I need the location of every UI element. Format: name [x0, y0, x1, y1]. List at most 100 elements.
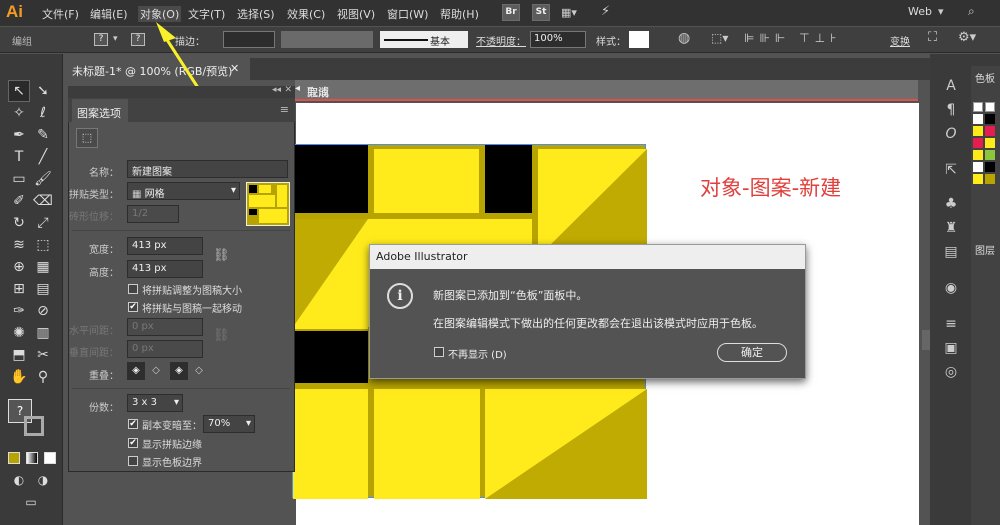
close-icon[interactable]: ✕	[284, 85, 292, 95]
align-to-icon[interactable]: ⬚▾	[711, 31, 728, 45]
pattern-tile-tool-icon[interactable]: ⬚	[76, 128, 98, 148]
character-icon[interactable]: A	[941, 76, 961, 96]
paintbrush-icon[interactable]: 🖌	[33, 169, 53, 189]
overlap-top-icon[interactable]: ◈	[170, 362, 188, 380]
gradient-mode-button[interactable]	[26, 452, 38, 464]
paragraph-icon[interactable]: ¶	[941, 100, 961, 120]
panel-menu-icon[interactable]: ≡	[280, 103, 289, 116]
eyedropper-icon[interactable]: ✑	[9, 301, 29, 321]
chevron-down-icon[interactable]: ▾	[938, 5, 944, 18]
resize-tile-checkbox[interactable]	[128, 284, 138, 294]
swatch[interactable]	[985, 138, 995, 148]
opacity-label[interactable]: 不透明度：	[476, 33, 526, 48]
variable-width-profile[interactable]	[281, 31, 373, 48]
swatch[interactable]	[985, 162, 995, 172]
chevron-down-icon[interactable]: ▾	[113, 34, 118, 44]
swatch[interactable]	[985, 150, 995, 160]
transparency-icon[interactable]: ▣	[941, 338, 961, 358]
swatch[interactable]	[985, 174, 995, 184]
bridge-button[interactable]: Br	[502, 4, 520, 21]
stroke-swatch[interactable]	[24, 416, 44, 436]
shape-builder-icon[interactable]: ⊕	[9, 257, 29, 277]
artboard-icon[interactable]: ⬒	[9, 345, 29, 365]
color-mode-button[interactable]	[8, 452, 20, 464]
symbols-icon[interactable]: ♣	[941, 194, 961, 214]
swatch-white[interactable]	[973, 102, 983, 112]
ok-button[interactable]: 确定	[717, 343, 787, 362]
overlap-left-icon[interactable]: ◈	[127, 362, 145, 380]
workspace-switcher[interactable]: Web	[908, 5, 932, 18]
mesh-icon[interactable]: ⊞	[9, 279, 29, 299]
blend-icon[interactable]: ⊘	[33, 301, 53, 321]
graphic-style-swatch[interactable]	[629, 31, 649, 48]
swatch[interactable]	[973, 150, 983, 160]
draw-inside-icon[interactable]: ◑	[33, 470, 53, 490]
shaper-icon[interactable]: ✐	[9, 191, 29, 211]
overlap-right-icon[interactable]: ◇	[147, 362, 165, 380]
puppet-icon[interactable]: ♜	[941, 218, 961, 238]
export-icon[interactable]: ⇱	[941, 160, 961, 180]
overlap-bottom-icon[interactable]: ◇	[190, 362, 208, 380]
brush-definition[interactable]: 基本	[380, 31, 468, 48]
stock-button[interactable]: St	[532, 4, 550, 21]
search-icon[interactable]: ⌕	[968, 4, 975, 19]
dont-show-checkbox[interactable]	[434, 347, 444, 357]
rotate-icon[interactable]: ↻	[9, 213, 29, 233]
symbol-sprayer-icon[interactable]: ✺	[9, 323, 29, 343]
hand-icon[interactable]: ✋	[9, 367, 29, 387]
swatch[interactable]	[973, 114, 983, 124]
opentype-icon[interactable]: O	[941, 124, 961, 144]
menu-help[interactable]: 帮助(H)	[440, 6, 479, 22]
show-swatch-bounds-checkbox[interactable]	[128, 456, 138, 466]
width-icon[interactable]: ≋	[9, 235, 29, 255]
swatches-tab[interactable]: 色板	[975, 70, 995, 85]
swatch[interactable]	[973, 138, 983, 148]
recolor-icon[interactable]: ◍	[678, 30, 690, 46]
panel-tab-pattern-options[interactable]: 图案选项	[72, 99, 128, 122]
perspective-icon[interactable]: ▦	[33, 257, 53, 277]
swatch-registration[interactable]	[985, 102, 995, 112]
magic-wand-icon[interactable]: ✧	[9, 103, 29, 123]
selection-arrow-icon[interactable]: ↖	[9, 81, 29, 101]
line-icon[interactable]: ╱	[33, 147, 53, 167]
cancel-button[interactable]: 取消	[307, 84, 329, 100]
layers-tab[interactable]: 图层	[975, 242, 995, 257]
swatch[interactable]	[973, 162, 983, 172]
scale-icon[interactable]: ⤢	[33, 213, 53, 233]
align-icons[interactable]: ⊫⊪⊩ ⊤⊥⊦	[744, 31, 841, 45]
gpu-icon[interactable]: ⚡	[601, 4, 610, 19]
gradient-icon[interactable]: ▤	[33, 279, 53, 299]
slice-icon[interactable]: ✂	[33, 345, 53, 365]
menu-effect[interactable]: 效果(C)	[287, 6, 325, 22]
link-icon[interactable]: ⛓	[213, 248, 230, 263]
lasso-icon[interactable]: ℓ	[33, 103, 53, 123]
align-panel-icon[interactable]: ≡	[941, 314, 961, 334]
screen-mode-icon[interactable]: ▭	[21, 492, 41, 512]
direct-selection-icon[interactable]: ➘	[33, 81, 53, 101]
curvature-icon[interactable]: ✎	[33, 125, 53, 145]
graphic-styles-icon[interactable]: ▤	[941, 242, 961, 262]
arrange-documents-icon[interactable]: ▦▾	[561, 6, 577, 19]
appearance-icon[interactable]: ◎	[941, 362, 961, 382]
none-mode-button[interactable]	[44, 452, 56, 464]
swatch[interactable]	[985, 126, 995, 136]
dim-copies-checkbox[interactable]	[128, 419, 138, 429]
menu-window[interactable]: 窗口(W)	[387, 6, 428, 22]
collapse-icon[interactable]: ◂◂	[272, 85, 281, 95]
color-guide-icon[interactable]: ◉	[941, 278, 961, 298]
copies-select[interactable]: 3 x 3 ▾	[127, 394, 183, 412]
menu-edit[interactable]: 编辑(E)	[90, 6, 128, 22]
rectangle-icon[interactable]: ▭	[9, 169, 29, 189]
transform-link[interactable]: 变换	[890, 33, 910, 48]
width-input[interactable]: 413 px	[127, 237, 203, 255]
opacity-input[interactable]: 100%	[530, 31, 586, 48]
eraser-icon[interactable]: ⌫	[33, 191, 53, 211]
swatch[interactable]	[985, 114, 995, 124]
move-tile-checkbox[interactable]	[128, 302, 138, 312]
swatch[interactable]	[973, 174, 983, 184]
dim-copies-select[interactable]: 70% ▾	[203, 415, 255, 433]
pattern-name-input[interactable]: 新建图案	[127, 160, 288, 178]
pen-icon[interactable]: ✒	[9, 125, 29, 145]
fill-icon[interactable]: ?	[94, 33, 108, 46]
zoom-icon[interactable]: ⚲	[33, 367, 53, 387]
